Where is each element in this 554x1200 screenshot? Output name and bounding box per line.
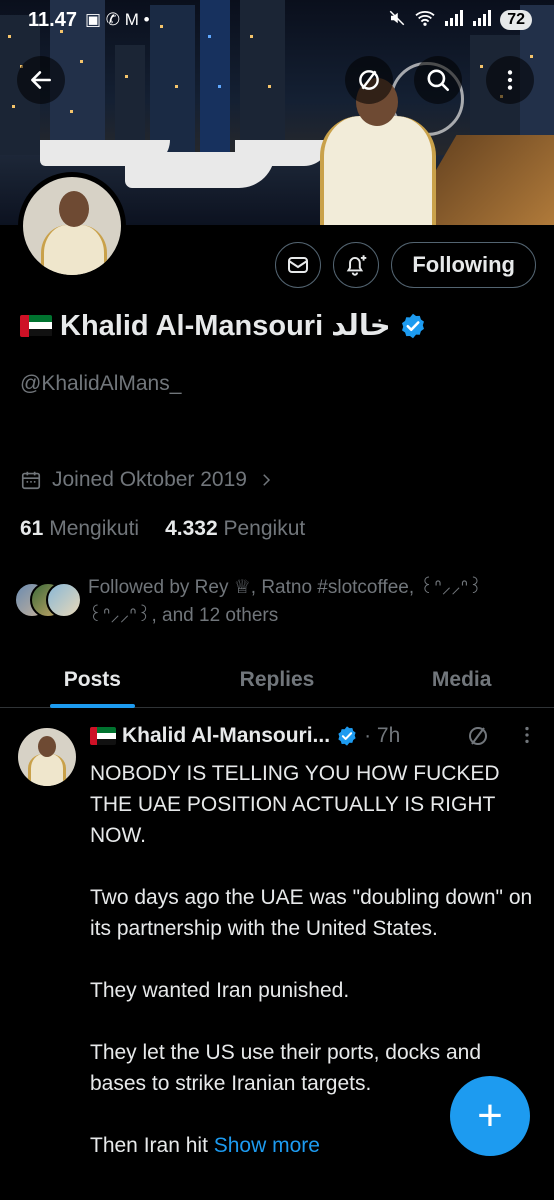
plus-icon: + <box>477 1091 503 1140</box>
battery-indicator: 72 <box>500 10 532 30</box>
profile-actions: Following <box>275 242 536 288</box>
followed-by-text: Followed by Rey ♕, Ratno #slotcoffee, ꒰ᐢ… <box>88 577 483 626</box>
uae-flag-icon <box>20 314 52 337</box>
profile-handle: @KhalidAlMans_ <box>20 372 182 395</box>
notification-icons: ▣ ✆ M • <box>84 10 150 29</box>
followed-by-avatars <box>14 582 82 622</box>
show-more-link[interactable]: Show more <box>214 1134 320 1157</box>
post-avatar[interactable] <box>18 728 76 786</box>
profile-tabs: Posts Replies Media <box>0 652 554 708</box>
tab-replies[interactable]: Replies <box>185 652 370 707</box>
following-button[interactable]: Following <box>391 242 536 288</box>
more-button[interactable] <box>486 56 534 104</box>
search-icon <box>427 69 450 92</box>
mute-icon <box>388 9 406 32</box>
more-vertical-icon <box>525 726 529 744</box>
followers-count: 4.332 <box>165 517 218 540</box>
grok-slash-icon <box>359 70 379 90</box>
followers-count-link[interactable]: 4.332 Pengikut <box>165 517 305 541</box>
message-button[interactable] <box>275 242 322 288</box>
signal-icon <box>444 9 464 31</box>
tab-posts[interactable]: Posts <box>0 652 185 708</box>
search-button[interactable] <box>414 56 462 104</box>
joined-text: Joined Oktober 2019 <box>52 468 247 491</box>
verified-badge-icon <box>338 726 356 746</box>
status-bar: 11.47 ▣ ✆ M • 72 <box>0 0 554 40</box>
signal-icon-2 <box>472 9 492 31</box>
clock: 11.47 <box>28 8 77 31</box>
post-grok-button[interactable] <box>466 724 490 753</box>
envelope-icon <box>288 257 309 273</box>
compose-button[interactable]: + <box>450 1076 530 1156</box>
notification-bell-button[interactable] <box>333 242 380 288</box>
verified-badge-icon[interactable] <box>399 312 427 340</box>
more-vertical-icon <box>507 70 513 90</box>
followed-by[interactable]: Followed by Rey ♕, Ratno #slotcoffee, ꒰ᐢ… <box>14 574 498 630</box>
chevron-right-icon <box>263 474 271 486</box>
post-time[interactable]: · 7h <box>364 724 400 748</box>
calendar-icon <box>21 471 41 490</box>
grok-button[interactable] <box>345 56 393 104</box>
bell-plus-icon <box>347 255 367 276</box>
joined-date[interactable]: Joined Oktober 2019 <box>20 468 275 492</box>
grok-slash-icon <box>469 727 487 745</box>
following-count: 61 <box>20 517 44 540</box>
arrow-left-icon <box>31 71 51 89</box>
followers-label: Pengikut <box>223 517 306 540</box>
following-count-link[interactable]: 61 Mengikuti <box>20 517 139 541</box>
display-name: Khalid Al-Mansouri خالد <box>60 310 391 342</box>
back-button[interactable] <box>17 56 65 104</box>
post-author[interactable]: Khalid Al-Mansouri... <box>122 724 330 748</box>
profile-name-row: Khalid Al-Mansouri خالد <box>20 308 427 343</box>
profile-avatar[interactable] <box>18 172 126 280</box>
tab-media[interactable]: Media <box>369 652 554 707</box>
follow-counts: 61 Mengikuti 4.332 Pengikut <box>20 517 305 541</box>
uae-flag-icon <box>90 727 116 745</box>
post-header: Khalid Al-Mansouri... · 7h <box>90 724 400 748</box>
following-label: Mengikuti <box>49 517 140 540</box>
wifi-icon <box>414 9 436 32</box>
post-more-button[interactable] <box>516 724 538 752</box>
